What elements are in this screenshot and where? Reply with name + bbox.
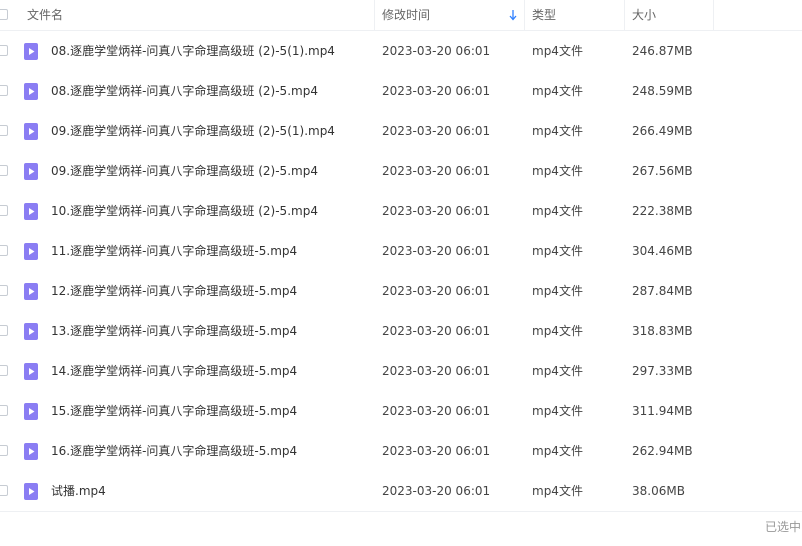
file-size: 318.83MB (632, 324, 693, 338)
video-file-icon (24, 83, 38, 100)
file-modified: 2023-03-20 06:01 (382, 164, 491, 178)
file-modified: 2023-03-20 06:01 (382, 124, 491, 138)
file-list-header: 文件名 修改时间 类型 大小 (0, 0, 802, 31)
file-type: mp4文件 (532, 124, 583, 138)
file-size: 246.87MB (632, 44, 693, 58)
column-divider[interactable] (713, 0, 714, 30)
row-checkbox[interactable] (0, 325, 8, 336)
column-header-type[interactable]: 类型 (532, 0, 556, 30)
row-checkbox[interactable] (0, 285, 8, 296)
footer-divider (0, 511, 802, 512)
file-name[interactable]: 10.逐鹿学堂炳祥-问真八字命理高级班 (2)-5.mp4 (51, 191, 318, 231)
row-checkbox[interactable] (0, 445, 8, 456)
file-modified: 2023-03-20 06:01 (382, 44, 491, 58)
file-modified: 2023-03-20 06:01 (382, 444, 491, 458)
file-modified: 2023-03-20 06:01 (382, 204, 491, 218)
video-file-icon (24, 483, 38, 500)
file-size: 266.49MB (632, 124, 693, 138)
row-checkbox[interactable] (0, 165, 8, 176)
table-row[interactable]: 09.逐鹿学堂炳祥-问真八字命理高级班 (2)-5(1).mp4 2023-03… (0, 111, 802, 151)
file-modified: 2023-03-20 06:01 (382, 324, 491, 338)
table-row[interactable]: 15.逐鹿学堂炳祥-问真八字命理高级班-5.mp4 2023-03-20 06:… (0, 391, 802, 431)
file-name[interactable]: 11.逐鹿学堂炳祥-问真八字命理高级班-5.mp4 (51, 231, 297, 271)
file-name[interactable]: 15.逐鹿学堂炳祥-问真八字命理高级班-5.mp4 (51, 391, 297, 431)
file-modified: 2023-03-20 06:01 (382, 284, 491, 298)
video-file-icon (24, 363, 38, 380)
arrow-down-icon[interactable] (509, 9, 517, 21)
file-modified: 2023-03-20 06:01 (382, 364, 491, 378)
table-row[interactable]: 16.逐鹿学堂炳祥-问真八字命理高级班-5.mp4 2023-03-20 06:… (0, 431, 802, 471)
file-name[interactable]: 14.逐鹿学堂炳祥-问真八字命理高级班-5.mp4 (51, 351, 297, 391)
video-file-icon (24, 243, 38, 260)
video-file-icon (24, 163, 38, 180)
select-all-checkbox[interactable] (0, 9, 8, 20)
row-checkbox[interactable] (0, 45, 8, 56)
file-modified: 2023-03-20 06:01 (382, 244, 491, 258)
table-row[interactable]: 13.逐鹿学堂炳祥-问真八字命理高级班-5.mp4 2023-03-20 06:… (0, 311, 802, 351)
selection-status: 已选中 (765, 520, 802, 534)
file-type: mp4文件 (532, 84, 583, 98)
file-size: 304.46MB (632, 244, 693, 258)
file-size: 222.38MB (632, 204, 693, 218)
file-modified: 2023-03-20 06:01 (382, 84, 491, 98)
file-name[interactable]: 13.逐鹿学堂炳祥-问真八字命理高级班-5.mp4 (51, 311, 297, 351)
file-modified: 2023-03-20 06:01 (382, 484, 491, 498)
column-header-size[interactable]: 大小 (632, 0, 656, 30)
row-checkbox[interactable] (0, 245, 8, 256)
file-name[interactable]: 试播.mp4 (51, 471, 106, 511)
row-checkbox[interactable] (0, 85, 8, 96)
file-type: mp4文件 (532, 44, 583, 58)
row-checkbox[interactable] (0, 405, 8, 416)
video-file-icon (24, 283, 38, 300)
file-type: mp4文件 (532, 244, 583, 258)
column-header-modified[interactable]: 修改时间 (382, 0, 430, 30)
table-row[interactable]: 试播.mp4 2023-03-20 06:01 mp4文件 38.06MB (0, 471, 802, 511)
file-type: mp4文件 (532, 284, 583, 298)
file-name[interactable]: 09.逐鹿学堂炳祥-问真八字命理高级班 (2)-5(1).mp4 (51, 111, 335, 151)
file-size: 248.59MB (632, 84, 693, 98)
file-type: mp4文件 (532, 484, 583, 498)
file-name[interactable]: 09.逐鹿学堂炳祥-问真八字命理高级班 (2)-5.mp4 (51, 151, 318, 191)
file-type: mp4文件 (532, 204, 583, 218)
table-row[interactable]: 10.逐鹿学堂炳祥-问真八字命理高级班 (2)-5.mp4 2023-03-20… (0, 191, 802, 231)
file-size: 267.56MB (632, 164, 693, 178)
file-type: mp4文件 (532, 164, 583, 178)
video-file-icon (24, 403, 38, 420)
file-type: mp4文件 (532, 364, 583, 378)
file-name[interactable]: 08.逐鹿学堂炳祥-问真八字命理高级班 (2)-5.mp4 (51, 71, 318, 111)
file-type: mp4文件 (532, 324, 583, 338)
row-checkbox[interactable] (0, 365, 8, 376)
table-row[interactable]: 08.逐鹿学堂炳祥-问真八字命理高级班 (2)-5.mp4 2023-03-20… (0, 71, 802, 111)
file-name[interactable]: 16.逐鹿学堂炳祥-问真八字命理高级班-5.mp4 (51, 431, 297, 471)
file-name[interactable]: 12.逐鹿学堂炳祥-问真八字命理高级班-5.mp4 (51, 271, 297, 311)
file-size: 297.33MB (632, 364, 693, 378)
video-file-icon (24, 43, 38, 60)
column-divider[interactable] (374, 0, 375, 30)
table-row[interactable]: 11.逐鹿学堂炳祥-问真八字命理高级班-5.mp4 2023-03-20 06:… (0, 231, 802, 271)
file-modified: 2023-03-20 06:01 (382, 404, 491, 418)
file-size: 38.06MB (632, 484, 685, 498)
column-header-name[interactable]: 文件名 (27, 0, 63, 30)
column-divider[interactable] (624, 0, 625, 30)
table-row[interactable]: 08.逐鹿学堂炳祥-问真八字命理高级班 (2)-5(1).mp4 2023-03… (0, 31, 802, 71)
column-divider[interactable] (524, 0, 525, 30)
row-checkbox[interactable] (0, 485, 8, 496)
video-file-icon (24, 323, 38, 340)
video-file-icon (24, 443, 38, 460)
file-size: 287.84MB (632, 284, 693, 298)
file-type: mp4文件 (532, 444, 583, 458)
file-size: 262.94MB (632, 444, 693, 458)
table-row[interactable]: 12.逐鹿学堂炳祥-问真八字命理高级班-5.mp4 2023-03-20 06:… (0, 271, 802, 311)
file-size: 311.94MB (632, 404, 693, 418)
video-file-icon (24, 203, 38, 220)
row-checkbox[interactable] (0, 125, 8, 136)
row-checkbox[interactable] (0, 205, 8, 216)
file-name[interactable]: 08.逐鹿学堂炳祥-问真八字命理高级班 (2)-5(1).mp4 (51, 31, 335, 71)
file-type: mp4文件 (532, 404, 583, 418)
table-row[interactable]: 09.逐鹿学堂炳祥-问真八字命理高级班 (2)-5.mp4 2023-03-20… (0, 151, 802, 191)
table-row[interactable]: 14.逐鹿学堂炳祥-问真八字命理高级班-5.mp4 2023-03-20 06:… (0, 351, 802, 391)
video-file-icon (24, 123, 38, 140)
